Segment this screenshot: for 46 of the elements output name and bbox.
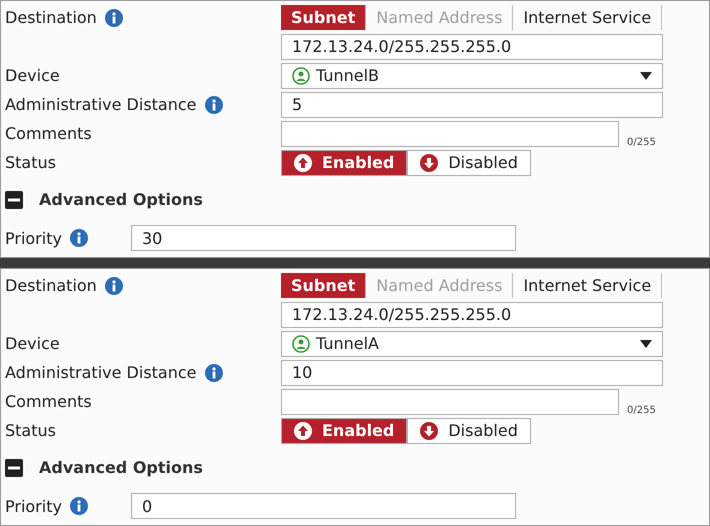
destination-tab[interactable]: Subnet [281, 273, 366, 298]
device-dropdown[interactable]: TunnelB [281, 62, 663, 88]
section-title: Advanced Options [39, 458, 203, 477]
destination-tab[interactable]: Internet Service [513, 5, 662, 30]
status-button[interactable]: Disabled [407, 418, 531, 444]
caret-icon [640, 340, 652, 348]
status-button[interactable]: Disabled [407, 150, 531, 176]
field-label: Status [5, 153, 56, 172]
device-dropdown[interactable]: TunnelA [281, 330, 663, 356]
comments-field[interactable] [281, 120, 619, 146]
field-label: Comments [5, 124, 92, 143]
destination-tab[interactable]: Subnet [281, 5, 366, 30]
destination-tab[interactable]: Internet Service [513, 273, 662, 298]
field-label: Device [5, 334, 60, 353]
field-label: Administrative Distance [5, 363, 197, 382]
info-icon [70, 497, 88, 515]
info-icon [104, 8, 123, 26]
priority-field[interactable]: 30 [131, 225, 516, 251]
section-title: Advanced Options [39, 190, 203, 209]
distance-field[interactable]: 5 [281, 92, 663, 118]
info-icon [104, 276, 123, 294]
character-counter: 0/255 [627, 405, 656, 416]
collapse-icon[interactable] [5, 459, 23, 477]
subnet-field[interactable]: 172.13.24.0/255.255.255.0 [281, 302, 663, 328]
comments-field[interactable] [281, 388, 619, 414]
info-icon [70, 229, 88, 247]
character-counter: 0/255 [627, 137, 656, 148]
status-button[interactable]: Enabled [281, 150, 408, 176]
tunnel-icon [292, 334, 310, 352]
field-label: Comments [5, 392, 92, 411]
tunnel-icon [292, 66, 310, 84]
field-label: Destination [5, 276, 97, 295]
info-icon [204, 364, 223, 382]
field-label: Destination [5, 8, 97, 27]
caret-icon [640, 72, 652, 80]
field-label: Status [5, 421, 56, 440]
field-label: Priority [5, 496, 62, 516]
field-label: Administrative Distance [5, 95, 197, 114]
collapse-icon[interactable] [5, 191, 23, 209]
field-label: Device [5, 66, 60, 85]
status-button[interactable]: Enabled [281, 418, 408, 444]
subnet-field[interactable]: 172.13.24.0/255.255.255.0 [281, 34, 663, 60]
priority-field[interactable]: 0 [131, 493, 516, 519]
field-label: Priority [5, 228, 62, 248]
info-icon [204, 96, 223, 114]
distance-field[interactable]: 10 [281, 360, 663, 386]
